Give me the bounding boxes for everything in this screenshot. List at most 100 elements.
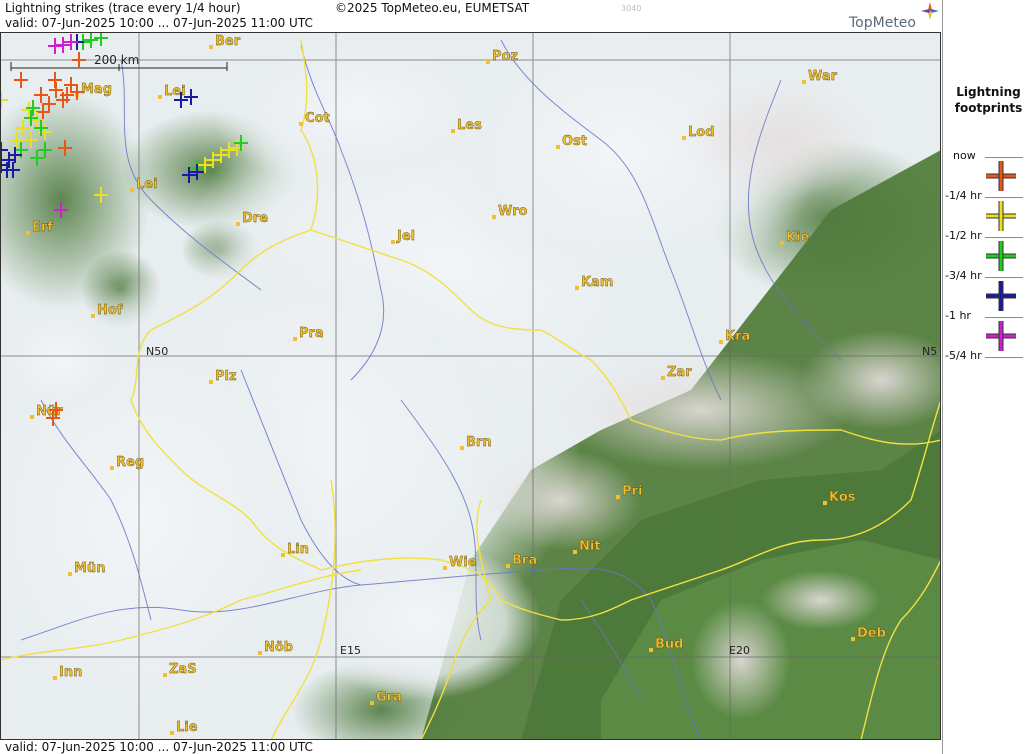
legend-divider: [985, 197, 1023, 198]
topmeteo-logo: TopMeteo: [849, 2, 939, 31]
footer-bar: valid: 07-Jun-2025 10:00 ... 07-Jun-2025…: [0, 740, 942, 754]
city-marker: [91, 314, 95, 318]
legend-label: -1/2 hr: [945, 229, 982, 242]
city-label: Pri: [622, 484, 642, 499]
city-label: Cot: [305, 111, 330, 126]
city-label: Brn: [466, 435, 492, 450]
city-label: Lin: [287, 542, 309, 557]
city-marker: [575, 286, 579, 290]
city-label: Inn: [59, 665, 82, 680]
city-label: Nit: [579, 539, 601, 554]
city-marker: [26, 231, 30, 235]
city-marker: [299, 122, 303, 126]
city-marker: [130, 188, 134, 192]
city-label: Mün: [74, 561, 105, 576]
city-marker: [68, 572, 72, 576]
legend-divider: [985, 277, 1023, 278]
city-marker: [370, 701, 374, 705]
city-marker: [823, 501, 827, 505]
city-label: Kie: [786, 230, 810, 245]
city-marker: [460, 446, 464, 450]
legend-divider: [985, 237, 1023, 238]
city-label: Lei: [164, 84, 186, 99]
legend-label: -3/4 hr: [945, 269, 982, 282]
copyright: ©2025 TopMeteo.eu, EUMETSAT: [335, 1, 530, 15]
city-label: Gra: [376, 690, 402, 705]
city-marker: [492, 215, 496, 219]
city-label: Wro: [498, 204, 528, 219]
valid-time: valid: 07-Jun-2025 10:00 ... 07-Jun-2025…: [5, 16, 313, 30]
city-label: Lod: [688, 125, 715, 140]
city-marker: [616, 495, 620, 499]
city-label: Bud: [655, 637, 683, 652]
city-marker: [110, 466, 114, 470]
city-marker: [209, 380, 213, 384]
legend-label: -5/4 hr: [945, 349, 982, 362]
city-label: Reg: [116, 455, 144, 470]
legend-label: now: [953, 149, 976, 162]
city-marker: [281, 553, 285, 557]
city-marker: [682, 136, 686, 140]
city-marker: [719, 340, 723, 344]
legend-title-line1: Lightning: [956, 85, 1021, 99]
city-label: Lie: [176, 720, 198, 735]
legend-title: Lightning footprints: [943, 84, 1033, 116]
city-label: Pra: [299, 326, 324, 341]
lightning-map[interactable]: 200 km N50 N5 E15 E20 Ber Poz War Mag Lei Cot…: [1, 33, 941, 740]
map-code: 3040: [621, 4, 642, 13]
legend-plus-icon: [986, 161, 1016, 191]
legend-plus-icon: [986, 321, 1016, 351]
city-label: Lei: [136, 177, 158, 192]
lon-label-e20: E20: [729, 644, 750, 657]
city-label: Deb: [857, 626, 886, 641]
legend-divider: [985, 357, 1023, 358]
city-label: Wie: [449, 555, 477, 570]
city-marker: [851, 637, 855, 641]
city-marker: [780, 241, 784, 245]
city-marker: [209, 45, 213, 49]
city-marker: [30, 415, 34, 419]
city-label: Poz: [492, 49, 518, 64]
city-marker: [649, 648, 653, 652]
city-label: Hof: [97, 303, 123, 318]
compass-icon: [921, 2, 939, 20]
city-label: Kos: [829, 490, 856, 505]
city-marker: [163, 673, 167, 677]
city-marker: [486, 60, 490, 64]
city-marker: [573, 550, 577, 554]
city-label: War: [808, 69, 838, 84]
legend-plus-icon: [986, 241, 1016, 271]
city-label: Erf: [32, 220, 53, 235]
city-marker: [158, 95, 162, 99]
legend-plus-icon: [986, 201, 1016, 231]
city-marker: [443, 566, 447, 570]
city-label: Zar: [667, 365, 692, 380]
city-label: Kam: [581, 275, 613, 290]
city-marker: [451, 129, 455, 133]
city-marker: [53, 676, 57, 680]
city-label: Bra: [512, 553, 537, 568]
city-marker: [170, 731, 174, 735]
footer-valid-time: valid: 07-Jun-2025 10:00 ... 07-Jun-2025…: [5, 740, 313, 754]
legend-divider: [985, 317, 1023, 318]
legend-title-line2: footprints: [954, 101, 1023, 115]
city-label: Plz: [215, 369, 237, 384]
city-label: Dre: [242, 211, 268, 226]
legend-divider: [985, 157, 1023, 158]
city-marker: [506, 564, 510, 568]
city-label: Nür: [36, 404, 63, 419]
city-marker: [556, 145, 560, 149]
legend-label: -1 hr: [945, 309, 971, 322]
lon-label-e15: E15: [340, 644, 361, 657]
scale-label: 200 km: [94, 53, 139, 67]
city-label: Ber: [215, 34, 241, 49]
city-marker: [802, 80, 806, 84]
city-marker: [258, 651, 262, 655]
city-label: ZaS: [169, 662, 197, 677]
header-bar: Lightning strikes (trace every 1/4 hour)…: [0, 0, 942, 33]
lat-label-n50-right: N5: [922, 345, 937, 358]
city-marker: [661, 376, 665, 380]
lat-label-n50: N50: [146, 345, 168, 358]
city-label: Ost: [562, 134, 587, 149]
city-label: Jel: [396, 229, 415, 244]
